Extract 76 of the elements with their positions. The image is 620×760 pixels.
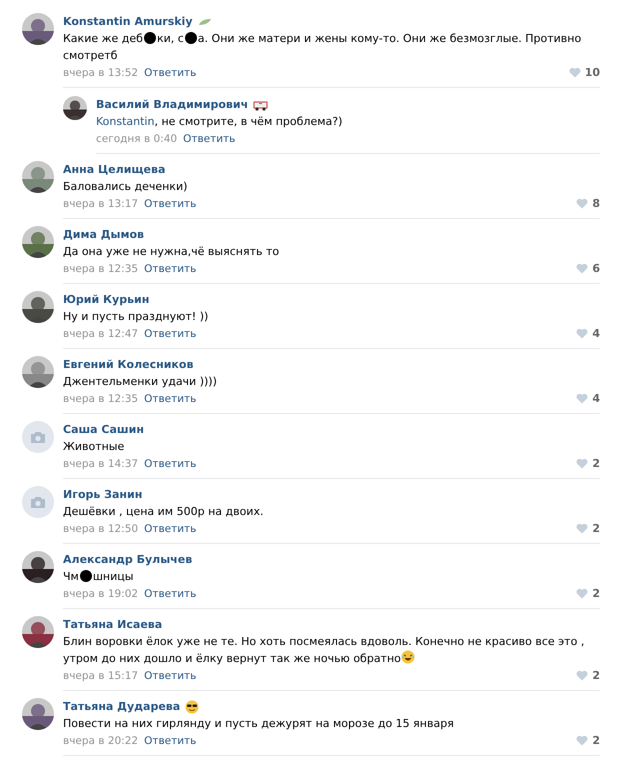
like-count: 10 <box>584 66 600 79</box>
comment-text: Баловались деченки) <box>63 179 188 195</box>
heart-icon[interactable] <box>576 458 588 469</box>
comment-text: Ну и пусть празднуют! )) <box>63 309 210 325</box>
comment-time: вчера в 12:35 <box>63 392 138 404</box>
camera-icon <box>30 430 46 444</box>
comment-text: Дешёвки , цена им 500р на двоих. <box>63 504 264 520</box>
author-name[interactable]: Татьяна Дударева <box>63 700 180 713</box>
comment-time: сегодня в 0:40 <box>96 132 178 144</box>
comment-time: вчера в 13:52 <box>63 66 138 78</box>
comment-text: Чм шницы <box>63 569 134 585</box>
like-count: 6 <box>592 262 600 275</box>
avatar-placeholder[interactable] <box>22 421 54 453</box>
comment-time: вчера в 14:37 <box>63 458 138 470</box>
leaf-icon <box>198 18 212 26</box>
censor-mark <box>184 32 197 44</box>
comment-text: Повести на них гирлянду и пусть дежурят на морозе до 15 января <box>63 716 455 732</box>
author-name[interactable]: Юрий Курьин <box>63 293 150 306</box>
like-count: 2 <box>592 734 600 747</box>
comment-text: Konstantin, не смотрите, в чём проблема?) <box>96 114 344 130</box>
comment-time: вчера в 20:22 <box>63 734 138 746</box>
comment-text: Джентельменки удачи )))) <box>63 374 218 390</box>
heart-icon[interactable] <box>576 735 588 746</box>
laughing-face-icon <box>400 650 415 664</box>
reply-link[interactable]: Ответить <box>144 588 196 600</box>
heart-icon[interactable] <box>576 198 588 209</box>
like-count: 2 <box>592 587 600 600</box>
comment-time: вчера в 13:17 <box>63 198 138 210</box>
reply-link[interactable]: Ответить <box>144 522 196 534</box>
comment-time: вчера в 12:50 <box>63 522 138 534</box>
author-name[interactable]: Дима Дымов <box>63 228 144 241</box>
heart-icon[interactable] <box>576 328 588 339</box>
author-name[interactable]: Анна Целищева <box>63 163 166 176</box>
mention-link[interactable]: Konstantin <box>96 115 154 128</box>
reply-link[interactable]: Ответить <box>144 458 196 470</box>
heart-icon[interactable] <box>568 67 581 78</box>
comment-time: вчера в 19:02 <box>63 588 138 600</box>
like-count: 2 <box>592 457 600 470</box>
reply-link[interactable]: Ответить <box>144 392 196 404</box>
author-name[interactable]: Konstantin Amurskiy <box>63 15 193 28</box>
reply-link[interactable]: Ответить <box>144 66 196 78</box>
comment-time: вчера в 12:47 <box>63 328 138 340</box>
avatar-placeholder[interactable] <box>22 486 54 518</box>
like-count: 4 <box>592 327 600 340</box>
comment-text: Какие же деб ки, с а. Они же матери и жены кому-то. Они же безмозглые. Противно смотретб <box>63 31 582 64</box>
sunglasses-face-icon <box>185 700 200 714</box>
censor-mark <box>80 570 92 582</box>
comment-time: вчера в 15:17 <box>63 670 138 682</box>
comment-text: Да она уже не нужна,чё выяснять то <box>63 244 280 260</box>
author-name[interactable]: Александр Булычев <box>63 553 192 566</box>
like-count: 8 <box>592 197 600 210</box>
camera-icon <box>30 496 46 508</box>
like-count: 2 <box>592 669 600 682</box>
censor-mark <box>144 32 156 44</box>
heart-icon[interactable] <box>576 588 588 599</box>
heart-icon[interactable] <box>576 670 588 681</box>
reply-link[interactable]: Ответить <box>144 670 196 682</box>
author-name[interactable]: Игорь Занин <box>63 488 142 501</box>
ambulance-icon <box>253 98 268 110</box>
like-count: 4 <box>592 392 600 405</box>
reply-link[interactable]: Ответить <box>144 198 196 210</box>
heart-icon[interactable] <box>576 263 588 274</box>
comment-text: Блин воровки ёлок уже не те. Но хоть посмеялась вдоволь. Конечно не красиво все это , утром до них дошло и ёлку вернут так же ночью обратно <box>63 634 586 667</box>
comment-time: вчера в 12:35 <box>63 262 138 274</box>
heart-icon[interactable] <box>576 393 588 404</box>
reply-link[interactable]: Ответить <box>144 262 196 274</box>
author-name[interactable]: Саша Сашин <box>63 423 144 436</box>
reply-link[interactable]: Ответить <box>183 132 236 144</box>
author-name[interactable]: Василий Владимирович <box>96 98 248 111</box>
like-count: 2 <box>592 522 600 535</box>
reply-link[interactable]: Ответить <box>144 734 196 746</box>
author-name[interactable]: Евгений Колесников <box>63 358 194 371</box>
comment-text: Животные <box>63 439 126 455</box>
heart-icon[interactable] <box>576 523 588 534</box>
reply-link[interactable]: Ответить <box>144 328 196 340</box>
author-name[interactable]: Татьяна Исаева <box>63 618 162 631</box>
